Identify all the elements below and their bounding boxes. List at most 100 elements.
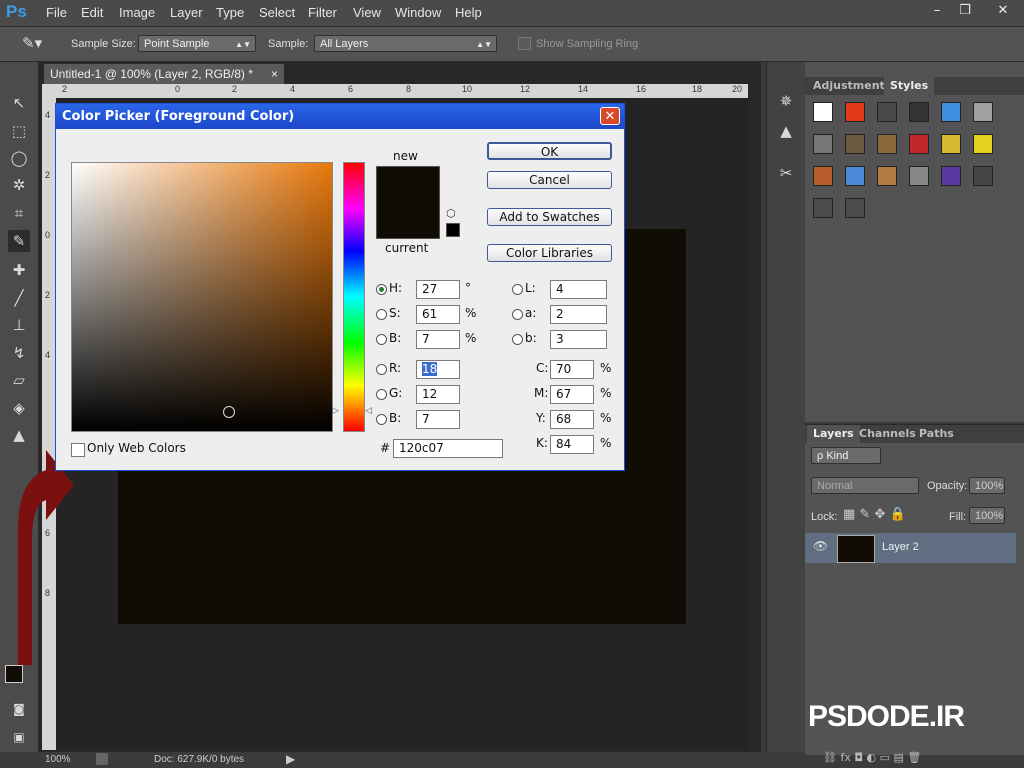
tools-options-icon[interactable]: ✂ — [775, 162, 797, 184]
radio-b[interactable] — [376, 334, 387, 345]
style-swatch[interactable] — [845, 166, 865, 186]
show-ring-checkbox[interactable] — [518, 37, 531, 50]
tab-channels[interactable]: Channels — [853, 425, 922, 443]
minimize-button[interactable]: – — [924, 2, 950, 20]
menu-file[interactable]: File — [46, 5, 67, 20]
close-tab-icon[interactable]: × — [271, 64, 278, 84]
sample-size-select[interactable]: Point Sample ▲▼ — [138, 35, 256, 52]
radio-g[interactable] — [376, 389, 387, 400]
b-input[interactable]: 7 — [416, 330, 460, 349]
r-input[interactable]: 18 — [416, 360, 460, 379]
hue-slider-left-handle[interactable]: ▷ — [332, 406, 339, 416]
style-swatch[interactable] — [973, 166, 993, 186]
web-safe-swatch[interactable] — [446, 223, 460, 237]
navigator-icon[interactable]: ✵ — [775, 90, 797, 112]
style-swatch[interactable] — [813, 134, 833, 154]
eyedropper-tool-icon[interactable]: ✎ — [8, 230, 30, 252]
quick-mask-icon[interactable]: ◙ — [8, 698, 30, 720]
radio-l[interactable] — [512, 284, 523, 295]
c-input[interactable]: 70 — [550, 360, 594, 379]
web-colors-checkbox[interactable] — [71, 443, 85, 457]
radio-a[interactable] — [512, 309, 523, 320]
status-menu-arrow-icon[interactable]: ▶ — [286, 752, 295, 766]
radio-lab-b[interactable] — [512, 334, 523, 345]
healing-tool-icon[interactable]: ✚ — [8, 259, 30, 281]
lock-icons[interactable]: ▦ ✎ ✥ 🔒 — [843, 507, 906, 522]
style-swatch[interactable] — [813, 102, 833, 122]
menu-type[interactable]: Type — [216, 5, 244, 20]
style-swatch[interactable] — [877, 102, 897, 122]
style-swatch[interactable] — [877, 134, 897, 154]
histogram-icon[interactable]: ▲ — [775, 120, 797, 142]
blend-mode-select[interactable]: Normal — [811, 477, 919, 494]
ok-button[interactable]: OK — [487, 142, 612, 160]
style-swatch[interactable] — [845, 198, 865, 218]
l-input[interactable]: 4 — [550, 280, 607, 299]
zoom-level[interactable]: 100% — [45, 754, 71, 765]
lab-b-input[interactable]: 3 — [550, 330, 607, 349]
style-swatch[interactable] — [813, 198, 833, 218]
stamp-tool-icon[interactable]: ⊥ — [8, 314, 30, 336]
a-input[interactable]: 2 — [550, 305, 607, 324]
menu-image[interactable]: Image — [119, 5, 155, 20]
style-swatch[interactable] — [941, 134, 961, 154]
style-swatch[interactable] — [973, 134, 993, 154]
brush-tool-icon[interactable]: ╱ — [8, 287, 30, 309]
eraser-tool-icon[interactable]: ▱ — [8, 369, 30, 391]
style-swatch[interactable] — [845, 102, 865, 122]
cancel-button[interactable]: Cancel — [487, 171, 612, 189]
m-input[interactable]: 67 — [550, 385, 594, 404]
cube-icon[interactable]: ⬡ — [446, 207, 456, 220]
style-swatch[interactable] — [973, 102, 993, 122]
style-swatch[interactable] — [909, 166, 929, 186]
quick-select-tool-icon[interactable]: ✲ — [8, 174, 30, 196]
radio-h[interactable] — [376, 284, 387, 295]
sample-select[interactable]: All Layers ▲▼ — [314, 35, 497, 52]
fill-input[interactable]: 100% — [969, 507, 1005, 524]
style-swatch[interactable] — [941, 102, 961, 122]
menu-filter[interactable]: Filter — [308, 5, 337, 20]
layer-kind-filter[interactable]: ρ Kind — [811, 447, 881, 464]
color-field-cursor[interactable] — [223, 406, 235, 418]
current-color-preview[interactable] — [376, 202, 440, 239]
add-to-swatches-button[interactable]: Add to Swatches — [487, 208, 612, 226]
tab-layers[interactable]: Layers — [807, 425, 860, 443]
radio-r[interactable] — [376, 364, 387, 375]
restore-button[interactable]: ❐ — [952, 2, 978, 20]
y-input[interactable]: 68 — [550, 410, 594, 429]
style-swatch[interactable] — [813, 166, 833, 186]
g-input[interactable]: 12 — [416, 385, 460, 404]
h-input[interactable]: 27 — [416, 280, 460, 299]
history-brush-tool-icon[interactable]: ↯ — [8, 342, 30, 364]
style-swatch[interactable] — [845, 134, 865, 154]
color-field[interactable] — [71, 162, 333, 432]
blue-input[interactable]: 7 — [416, 410, 460, 429]
opacity-input[interactable]: 100% — [969, 477, 1005, 494]
radio-blue[interactable] — [376, 414, 387, 425]
hue-slider[interactable] — [343, 162, 365, 432]
status-icon[interactable] — [96, 753, 108, 765]
menu-help[interactable]: Help — [455, 5, 482, 20]
menu-edit[interactable]: Edit — [81, 5, 103, 20]
document-tab[interactable]: Untitled-1 @ 100% (Layer 2, RGB/8) * × — [44, 64, 284, 84]
tab-paths[interactable]: Paths — [913, 425, 960, 443]
tab-styles[interactable]: Styles — [884, 77, 935, 95]
layer-name[interactable]: Layer 2 — [882, 541, 919, 553]
style-swatch[interactable] — [909, 134, 929, 154]
screen-mode-icon[interactable]: ▣ — [8, 726, 30, 748]
k-input[interactable]: 84 — [550, 435, 594, 454]
menu-window[interactable]: Window — [395, 5, 441, 20]
menu-view[interactable]: View — [353, 5, 381, 20]
style-swatch[interactable] — [909, 102, 929, 122]
color-libraries-button[interactable]: Color Libraries — [487, 244, 612, 262]
s-input[interactable]: 61 — [416, 305, 460, 324]
close-window-button[interactable]: ✕ — [990, 2, 1016, 20]
layer-row[interactable]: 👁 Layer 2 — [805, 533, 1016, 563]
hex-input[interactable]: 120c07 — [393, 439, 503, 458]
eyedropper-preset-icon[interactable]: ✎▾ — [22, 34, 42, 52]
hue-slider-right-handle[interactable]: ◁ — [365, 406, 372, 416]
layers-footer-icons[interactable]: ⛓ fx ◘ ◐ ▭ ▤ 🗑 — [823, 751, 921, 764]
style-swatch[interactable] — [941, 166, 961, 186]
menu-layer[interactable]: Layer — [170, 5, 203, 20]
radio-s[interactable] — [376, 309, 387, 320]
